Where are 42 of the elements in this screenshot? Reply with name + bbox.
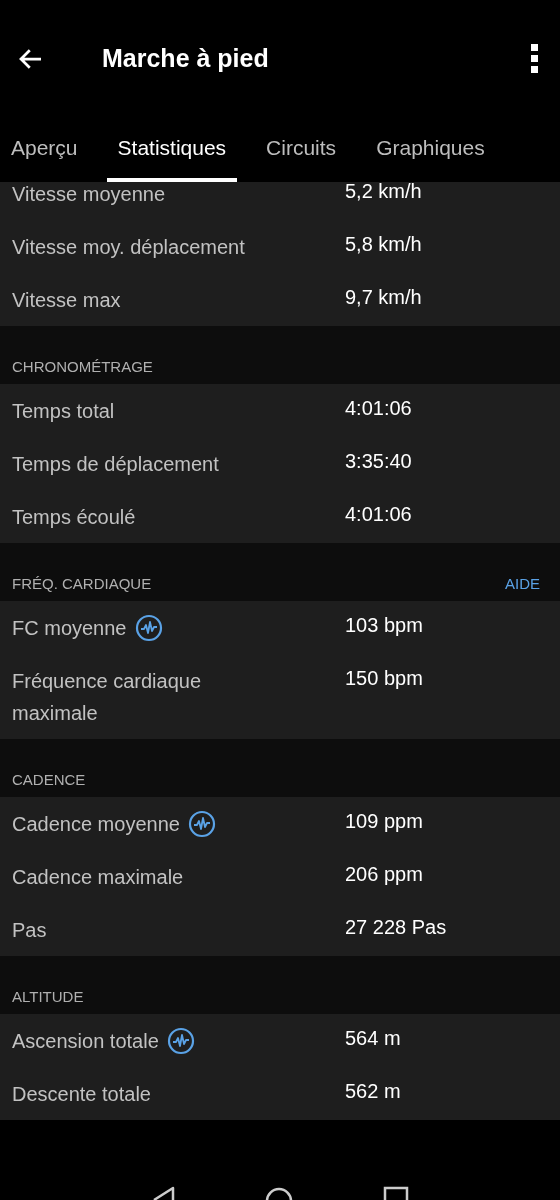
stat-label: Vitesse max bbox=[12, 287, 121, 313]
stat-label: Vitesse moyenne bbox=[12, 182, 166, 207]
nav-home-icon[interactable] bbox=[265, 1186, 293, 1200]
more-options-icon[interactable] bbox=[530, 43, 540, 75]
section-header: FRÉQ. CARDIAQUE bbox=[12, 573, 152, 594]
stat-value: 564 m bbox=[345, 1025, 401, 1051]
stat-label: FC moyenne bbox=[12, 615, 127, 641]
stat-label: Temps écoulé bbox=[12, 504, 136, 530]
section-header: ALTITUDE bbox=[12, 986, 84, 1007]
stat-value: 562 m bbox=[345, 1078, 401, 1104]
stat-label: Ascension totale bbox=[12, 1028, 159, 1054]
pulse-chart-icon[interactable] bbox=[134, 613, 163, 642]
stat-label: Fréquence cardiaque maximale bbox=[12, 668, 202, 726]
tab[interactable]: Circuits bbox=[255, 118, 348, 182]
stat-value: 27 228 Pas bbox=[345, 914, 447, 940]
stat-label: Cadence moyenne bbox=[12, 811, 180, 837]
stat-label: Cadence maximale bbox=[12, 864, 184, 890]
nav-recents-icon[interactable] bbox=[383, 1186, 409, 1200]
stat-label: Temps de déplacement bbox=[12, 451, 219, 477]
stat-value: 5,2 km/h bbox=[345, 182, 422, 204]
stat-value: 9,7 km/h bbox=[345, 284, 422, 310]
stat-value: 206 ppm bbox=[345, 861, 423, 887]
stat-value: 150 bpm bbox=[345, 665, 423, 691]
help-link[interactable]: AIDE bbox=[505, 572, 540, 595]
stat-label: Vitesse moy. déplacement bbox=[12, 234, 245, 260]
section-header: CADENCE bbox=[12, 769, 86, 790]
pulse-chart-icon[interactable] bbox=[166, 1026, 195, 1055]
tab[interactable]: Graphiques bbox=[365, 118, 496, 182]
stat-label: Pas bbox=[12, 917, 47, 943]
stat-value: 4:01:06 bbox=[345, 501, 412, 527]
pulse-chart-icon[interactable] bbox=[187, 809, 216, 838]
stat-value: 103 bpm bbox=[345, 612, 423, 638]
stat-value: 3:35:40 bbox=[345, 448, 412, 474]
stat-label: Temps total bbox=[12, 398, 115, 424]
stat-value: 4:01:06 bbox=[345, 395, 412, 421]
nav-back-icon[interactable] bbox=[151, 1186, 175, 1200]
section-header: CHRONOMÉTRAGE bbox=[12, 356, 153, 377]
stat-value: 5,8 km/h bbox=[345, 231, 422, 257]
tab[interactable]: Aperçu bbox=[0, 118, 89, 182]
page-title: Marche à pied bbox=[102, 43, 269, 75]
stat-value: 109 ppm bbox=[345, 808, 423, 834]
stat-label: Descente totale bbox=[12, 1081, 151, 1107]
